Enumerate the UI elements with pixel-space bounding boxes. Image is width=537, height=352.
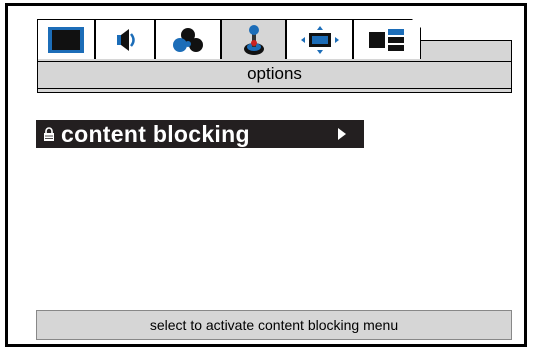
arrow-right-icon <box>338 128 346 140</box>
color-balls-icon <box>173 27 203 52</box>
menu-item-content-blocking[interactable]: content blocking <box>36 120 364 148</box>
tab-bar: options <box>37 19 512 93</box>
page-title: options <box>247 64 302 83</box>
joystick-icon <box>243 24 264 55</box>
header-rail-top <box>38 61 511 62</box>
tab-aspect[interactable] <box>286 19 353 59</box>
status-bar: select to activate content blocking menu <box>36 310 512 340</box>
menu-item-label: content blocking <box>61 120 250 147</box>
pip-layout-icon <box>369 28 404 51</box>
tab-pip[interactable] <box>353 19 421 59</box>
speaker-icon <box>117 28 135 51</box>
tab-sound[interactable] <box>95 19 155 59</box>
tab-color[interactable] <box>155 19 221 59</box>
screen-icon <box>48 26 84 53</box>
aspect-arrows-icon <box>300 25 339 54</box>
lock-icon <box>44 127 54 141</box>
tab-picture[interactable] <box>37 19 95 59</box>
tab-row <box>37 19 512 59</box>
header-rail-bottom <box>38 88 511 89</box>
tab-options[interactable] <box>221 19 286 59</box>
